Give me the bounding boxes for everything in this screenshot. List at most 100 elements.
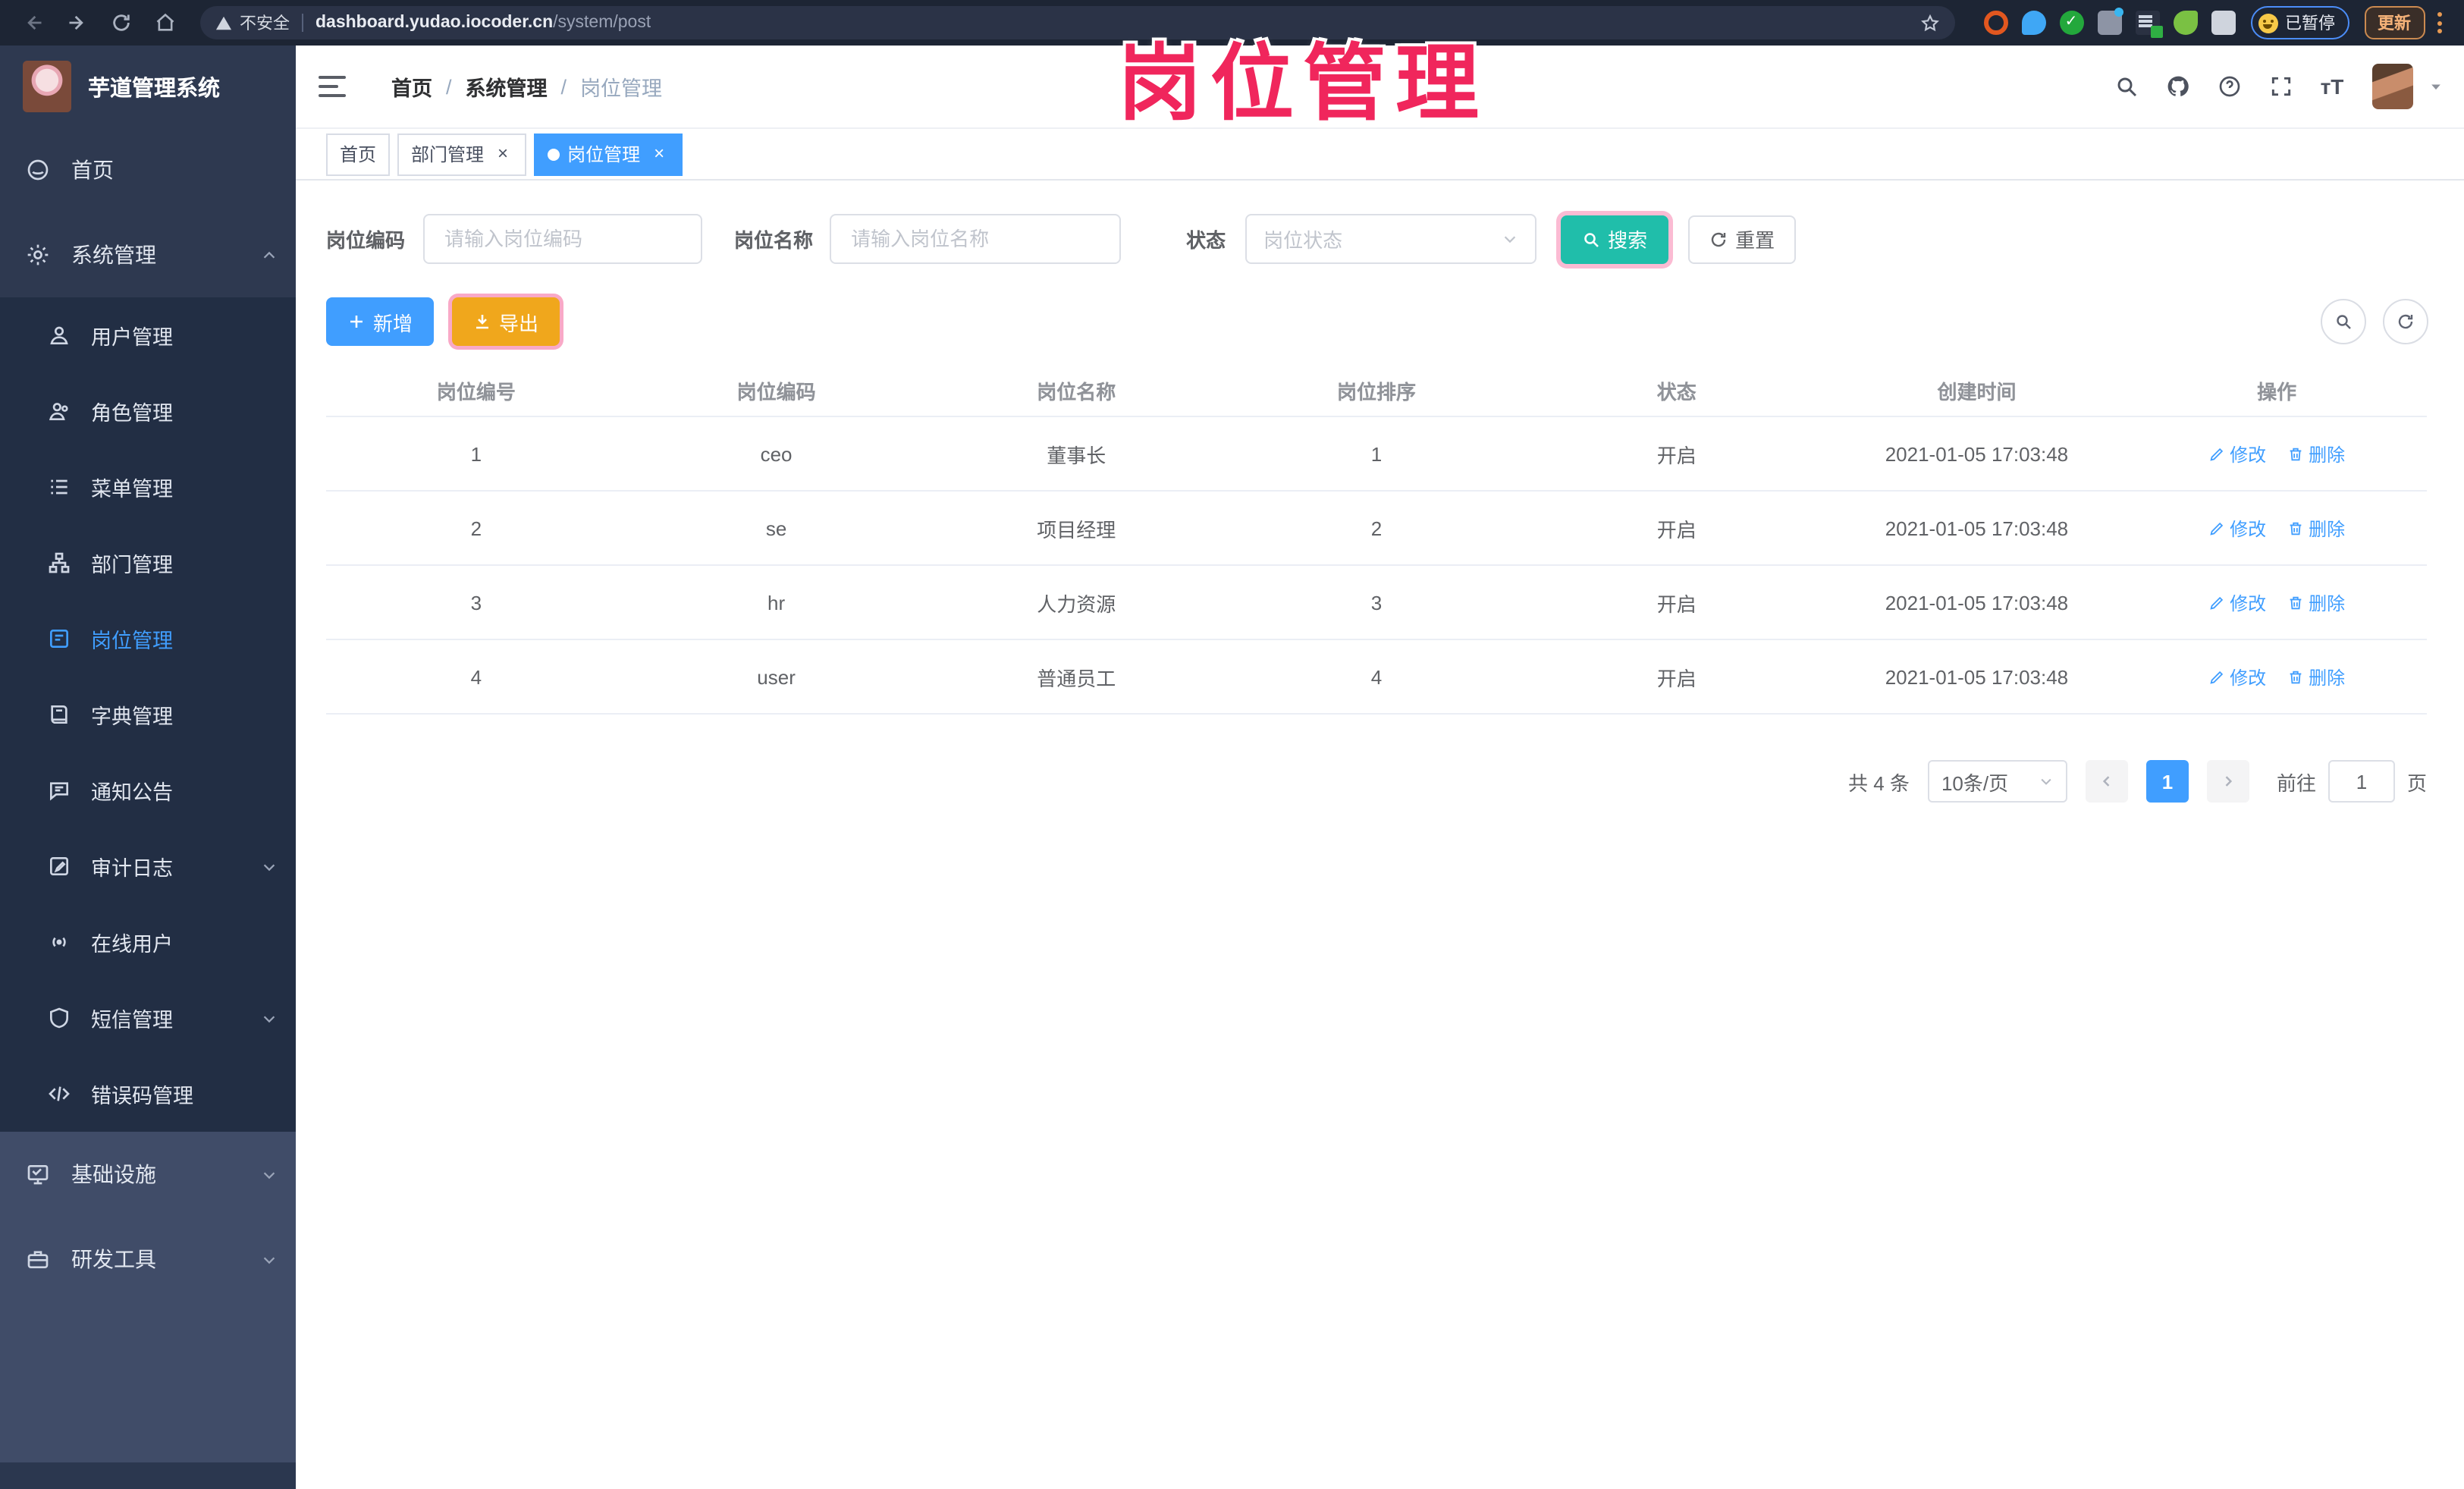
- table-row[interactable]: 4 user 普通员工 4 开启 2021-01-05 17:03:48 修改 …: [326, 640, 2427, 715]
- next-page-button[interactable]: [2206, 760, 2249, 803]
- cell-create-time: 2021-01-05 17:03:48: [1885, 442, 2069, 465]
- paused-extension-badge[interactable]: 已暂停: [2250, 6, 2349, 39]
- column-header: 岗位编码: [736, 380, 816, 403]
- sidebar-item-sms[interactable]: 短信管理: [0, 980, 296, 1056]
- cell-post-name: 普通员工: [1037, 667, 1116, 690]
- reset-button[interactable]: 重置: [1688, 215, 1797, 263]
- page-size-select[interactable]: 10条/页: [1927, 760, 2067, 803]
- edit-link[interactable]: 修改: [2208, 664, 2266, 690]
- export-button-label: 导出: [499, 312, 539, 335]
- sidebar-item-label: 通知公告: [91, 781, 173, 804]
- caret-down-icon[interactable]: [2428, 79, 2443, 94]
- edit-link[interactable]: 修改: [2208, 441, 2266, 466]
- sidebar-item-menus[interactable]: 菜单管理: [0, 449, 296, 525]
- sidebar-item-online-users[interactable]: 在线用户: [0, 904, 296, 980]
- delete-link[interactable]: 删除: [2287, 589, 2345, 615]
- font-size-icon[interactable]: тT: [2317, 71, 2347, 102]
- delete-link[interactable]: 删除: [2287, 515, 2345, 541]
- fullscreen-icon[interactable]: [2265, 71, 2296, 102]
- role-icon: [46, 398, 71, 424]
- sidebar-item-departments[interactable]: 部门管理: [0, 525, 296, 601]
- edit-link-label: 修改: [2230, 518, 2267, 539]
- add-button[interactable]: 新增: [326, 297, 435, 346]
- url-path: /system/post: [553, 14, 651, 32]
- avatar[interactable]: [2371, 64, 2412, 109]
- post-code-input[interactable]: [441, 226, 685, 252]
- close-icon[interactable]: ×: [493, 144, 513, 164]
- post-code-field: [423, 214, 703, 264]
- post-name-input[interactable]: [848, 226, 1103, 252]
- browser-refresh-icon[interactable]: [109, 11, 132, 34]
- tab-posts[interactable]: 岗位管理 ×: [534, 133, 683, 175]
- sidebar-item-label: 岗位管理: [91, 630, 173, 652]
- cell-post-name: 人力资源: [1037, 592, 1116, 615]
- tab-departments[interactable]: 部门管理 ×: [397, 133, 527, 175]
- sidebar-item-audit-log[interactable]: 审计日志: [0, 828, 296, 904]
- delete-link[interactable]: 删除: [2287, 664, 2345, 690]
- browser-menu-icon[interactable]: [2437, 12, 2443, 33]
- toggle-search-button[interactable]: [2320, 299, 2365, 344]
- extension-list-icon[interactable]: [2135, 11, 2162, 38]
- edit-link-label: 修改: [2230, 444, 2267, 465]
- sidebar-item-dictionary[interactable]: 字典管理: [0, 677, 296, 752]
- breadcrumb-system[interactable]: 系统管理: [466, 71, 548, 102]
- sidebar-item-roles[interactable]: 角色管理: [0, 373, 296, 449]
- sidebar-item-dev-tools[interactable]: 研发工具: [0, 1217, 296, 1302]
- sidebar-item-infrastructure[interactable]: 基础设施: [0, 1132, 296, 1217]
- sidebar-item-home[interactable]: 首页: [0, 127, 296, 212]
- extension-orange-icon[interactable]: [1983, 11, 2007, 35]
- security-label: 不安全: [240, 15, 290, 33]
- bookmark-star-icon[interactable]: [1919, 13, 1939, 33]
- table-settings: [2303, 299, 2428, 344]
- browser-back-icon[interactable]: [21, 11, 44, 34]
- cell-actions: 修改 删除: [2127, 515, 2427, 541]
- address-bar[interactable]: 不安全 dashboard.yudao.iocoder.cn/system/po…: [200, 6, 1954, 39]
- help-icon[interactable]: [2214, 71, 2244, 102]
- edit-link[interactable]: 修改: [2208, 589, 2266, 615]
- browser-update-button[interactable]: 更新: [2364, 6, 2425, 39]
- sidebar-item-error-codes[interactable]: 错误码管理: [0, 1056, 296, 1132]
- browser-home-icon[interactable]: [153, 11, 176, 34]
- search-icon[interactable]: [2111, 71, 2141, 102]
- table-row[interactable]: 1 ceo 董事长 1 开启 2021-01-05 17:03:48 修改 删除: [326, 417, 2427, 492]
- sidebar-item-users[interactable]: 用户管理: [0, 297, 296, 373]
- column-header: 创建时间: [1937, 380, 2017, 403]
- table-row[interactable]: 3 hr 人力资源 3 开启 2021-01-05 17:03:48 修改 删除: [326, 566, 2427, 640]
- system-submenu: 用户管理 角色管理 菜单管理 部门管理 岗位管理 字典管理 通知公告 审计日志 …: [0, 297, 296, 1132]
- browser-forward-icon[interactable]: [65, 11, 88, 34]
- page-number-1[interactable]: 1: [2145, 760, 2189, 803]
- close-icon[interactable]: ×: [649, 144, 669, 164]
- chevron-down-icon: [261, 1166, 278, 1183]
- tab-home[interactable]: 首页: [326, 133, 391, 175]
- refresh-table-button[interactable]: [2382, 299, 2428, 344]
- status-select[interactable]: 岗位状态: [1245, 214, 1537, 264]
- github-icon[interactable]: [2162, 71, 2192, 102]
- export-button[interactable]: 导出: [452, 297, 560, 346]
- table-toolbar: 新增 导出: [326, 297, 2464, 346]
- extension-gray-icon[interactable]: [2097, 8, 2123, 35]
- sidebar-item-system[interactable]: 系统管理: [0, 212, 296, 297]
- cell-create-time: 2021-01-05 17:03:48: [1885, 591, 2069, 614]
- cell-create-time: 2021-01-05 17:03:48: [1885, 517, 2069, 539]
- extension-leaf-icon[interactable]: [2173, 11, 2197, 35]
- hamburger-icon[interactable]: [319, 76, 346, 97]
- paused-label: 已暂停: [2285, 15, 2335, 33]
- prev-page-button[interactable]: [2085, 760, 2128, 803]
- delete-link[interactable]: 删除: [2287, 441, 2345, 466]
- edit-link[interactable]: 修改: [2208, 515, 2266, 541]
- extension-check-icon[interactable]: ✓: [2059, 11, 2083, 35]
- breadcrumb-home[interactable]: 首页: [391, 71, 432, 102]
- breadcrumb-separator: /: [446, 75, 452, 98]
- sidebar-item-notices[interactable]: 通知公告: [0, 752, 296, 828]
- extensions-puzzle-icon[interactable]: [2211, 11, 2235, 35]
- sidebar-item-posts[interactable]: 岗位管理: [0, 601, 296, 677]
- cell-post-id: 2: [470, 517, 482, 539]
- column-header: 操作: [2257, 380, 2297, 403]
- search-button[interactable]: 搜索: [1561, 215, 1669, 263]
- goto-page-input[interactable]: [2327, 760, 2395, 803]
- extension-drop-icon[interactable]: [2021, 11, 2045, 35]
- app-logo-row[interactable]: 芋道管理系统: [0, 46, 296, 127]
- table-row[interactable]: 2 se 项目经理 2 开启 2021-01-05 17:03:48 修改 删除: [326, 492, 2427, 566]
- post-code-label: 岗位编码: [326, 229, 406, 252]
- org-tree-icon: [46, 550, 71, 576]
